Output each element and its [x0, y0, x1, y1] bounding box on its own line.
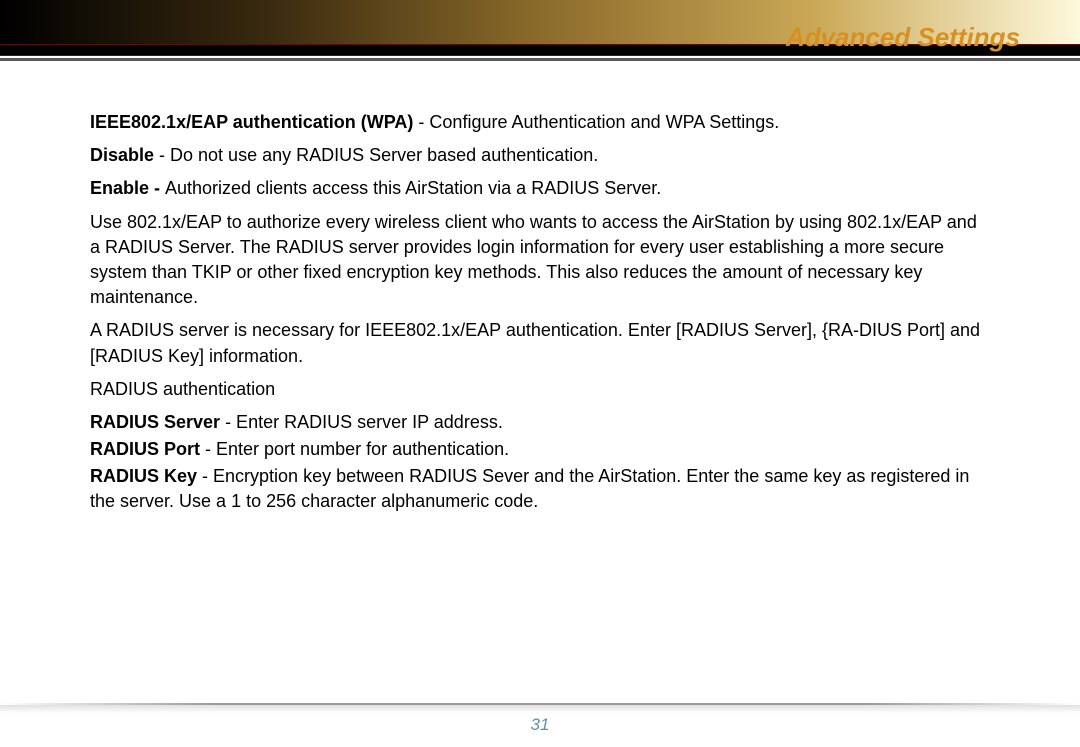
text: - Enter port number for authentication.	[200, 439, 509, 459]
paragraph-radius-key: RADIUS Key - Encryption key between RADI…	[90, 464, 990, 514]
header-thin-line	[0, 58, 1080, 61]
bold-label: Disable	[90, 145, 154, 165]
text: Use 802.1x/EAP to authorize every wirele…	[90, 212, 977, 308]
text: Authorized clients access this AirStatio…	[165, 178, 661, 198]
text: - Do not use any RADIUS Server based aut…	[154, 145, 598, 165]
footer-shadow	[0, 705, 1080, 713]
text: RADIUS authentication	[90, 379, 275, 399]
paragraph-ieee-auth: IEEE802.1x/EAP authentication (WPA) - Co…	[90, 110, 990, 135]
text: - Encryption key between RADIUS Sever an…	[90, 466, 969, 511]
header-band: Advanced Settings	[0, 0, 1080, 60]
paragraph-radius-port: RADIUS Port - Enter port number for auth…	[90, 437, 990, 462]
bold-label: RADIUS Server	[90, 412, 220, 432]
bold-label: Enable -	[90, 178, 165, 198]
paragraph-radius-auth: RADIUS authentication	[90, 377, 990, 402]
paragraph-radius-necessary: A RADIUS server is necessary for IEEE802…	[90, 318, 990, 368]
content-area: IEEE802.1x/EAP authentication (WPA) - Co…	[0, 60, 1080, 515]
bold-label: RADIUS Key	[90, 466, 197, 486]
bold-label: RADIUS Port	[90, 439, 200, 459]
page-number: 31	[531, 715, 550, 735]
text: - Enter RADIUS server IP address.	[220, 412, 503, 432]
paragraph-enable: Enable - Authorized clients access this …	[90, 176, 990, 201]
paragraph-radius-server: RADIUS Server - Enter RADIUS server IP a…	[90, 410, 990, 435]
paragraph-use-8021x: Use 802.1x/EAP to authorize every wirele…	[90, 210, 990, 311]
text: - Configure Authentication and WPA Setti…	[413, 112, 779, 132]
paragraph-disable: Disable - Do not use any RADIUS Server b…	[90, 143, 990, 168]
bold-label: IEEE802.1x/EAP authentication (WPA)	[90, 112, 413, 132]
page-title: Advanced Settings	[786, 22, 1020, 53]
text: A RADIUS server is necessary for IEEE802…	[90, 320, 980, 365]
